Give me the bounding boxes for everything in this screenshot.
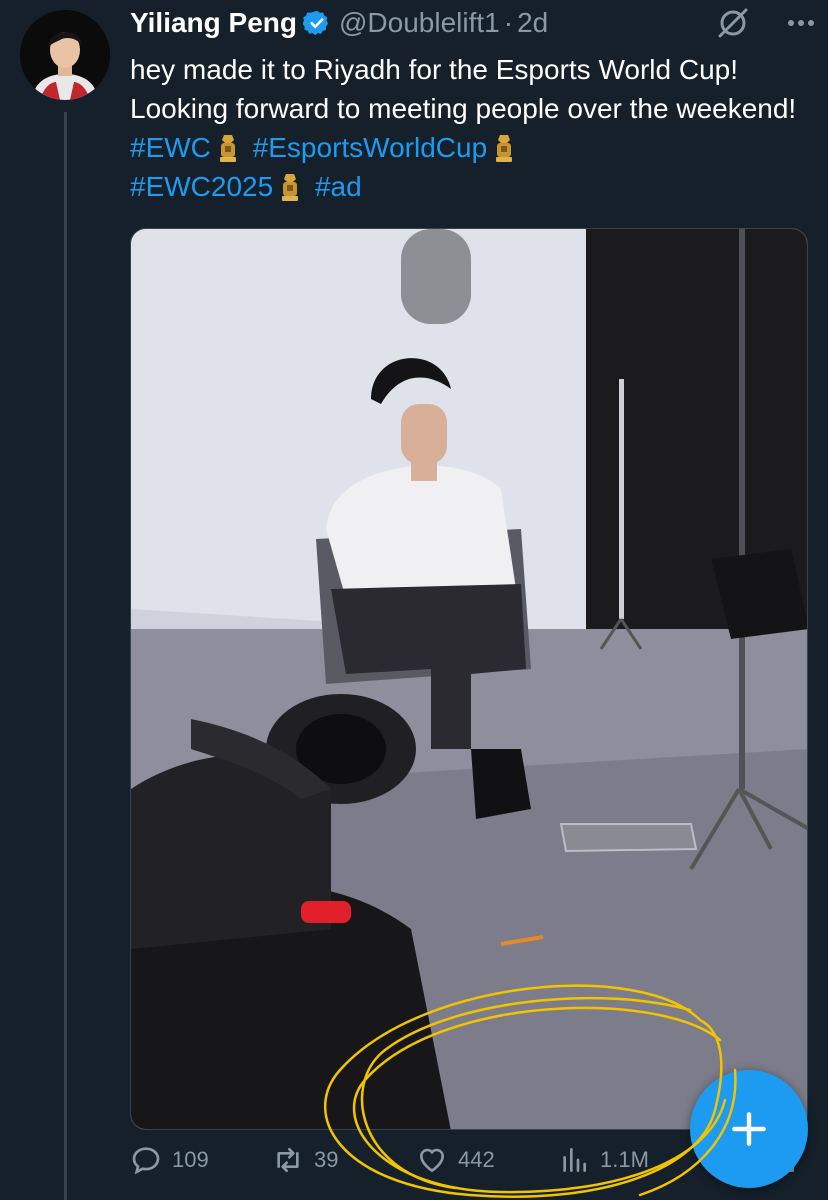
verified-badge-icon — [303, 10, 329, 36]
retweet-count: 39 — [314, 1147, 339, 1172]
hashtag-ewc[interactable]: #EWC — [130, 132, 211, 163]
heart-icon — [419, 1148, 445, 1173]
handle[interactable]: @Doublelift1 — [339, 7, 500, 39]
grok-icon[interactable] — [716, 6, 750, 40]
views-button[interactable]: 1.1M — [558, 1144, 649, 1176]
plus-icon — [732, 1112, 766, 1146]
reply-icon — [132, 1147, 160, 1175]
trophy-emoji-icon — [282, 174, 299, 201]
views-icon — [563, 1148, 586, 1172]
reply-button[interactable]: 109 — [130, 1144, 209, 1176]
tweet-photo[interactable] — [130, 228, 808, 1130]
separator: · — [503, 7, 514, 38]
tweet[interactable]: Yiliang Peng @Doublelift1 · 2d hey made … — [0, 0, 828, 1200]
avatar[interactable] — [20, 10, 110, 100]
trophy-emoji-icon — [219, 135, 236, 162]
views-count: 1.1M — [600, 1147, 649, 1172]
thread-line — [64, 112, 67, 1200]
trophy-emoji-icon — [496, 135, 513, 162]
tweet-text: hey made it to Riyadh for the Esports Wo… — [130, 50, 820, 206]
display-name[interactable]: Yiliang Peng — [130, 7, 297, 39]
like-button[interactable]: 442 — [416, 1144, 495, 1176]
compose-button[interactable] — [690, 1070, 808, 1188]
hashtag-ad[interactable]: #ad — [315, 171, 362, 202]
tweet-header: Yiliang Peng @Doublelift1 · 2d — [130, 2, 548, 44]
timestamp[interactable]: 2d — [517, 7, 548, 39]
tweet-body: hey made it to Riyadh for the Esports Wo… — [130, 54, 797, 124]
like-count: 442 — [458, 1147, 495, 1172]
retweet-icon — [277, 1148, 299, 1172]
reply-count: 109 — [172, 1147, 209, 1172]
retweet-button[interactable]: 39 — [272, 1144, 338, 1176]
more-icon[interactable] — [786, 6, 816, 40]
hashtag-esportsworldcup[interactable]: #EsportsWorldCup — [253, 132, 487, 163]
hashtag-ewc2025[interactable]: #EWC2025 — [130, 171, 273, 202]
